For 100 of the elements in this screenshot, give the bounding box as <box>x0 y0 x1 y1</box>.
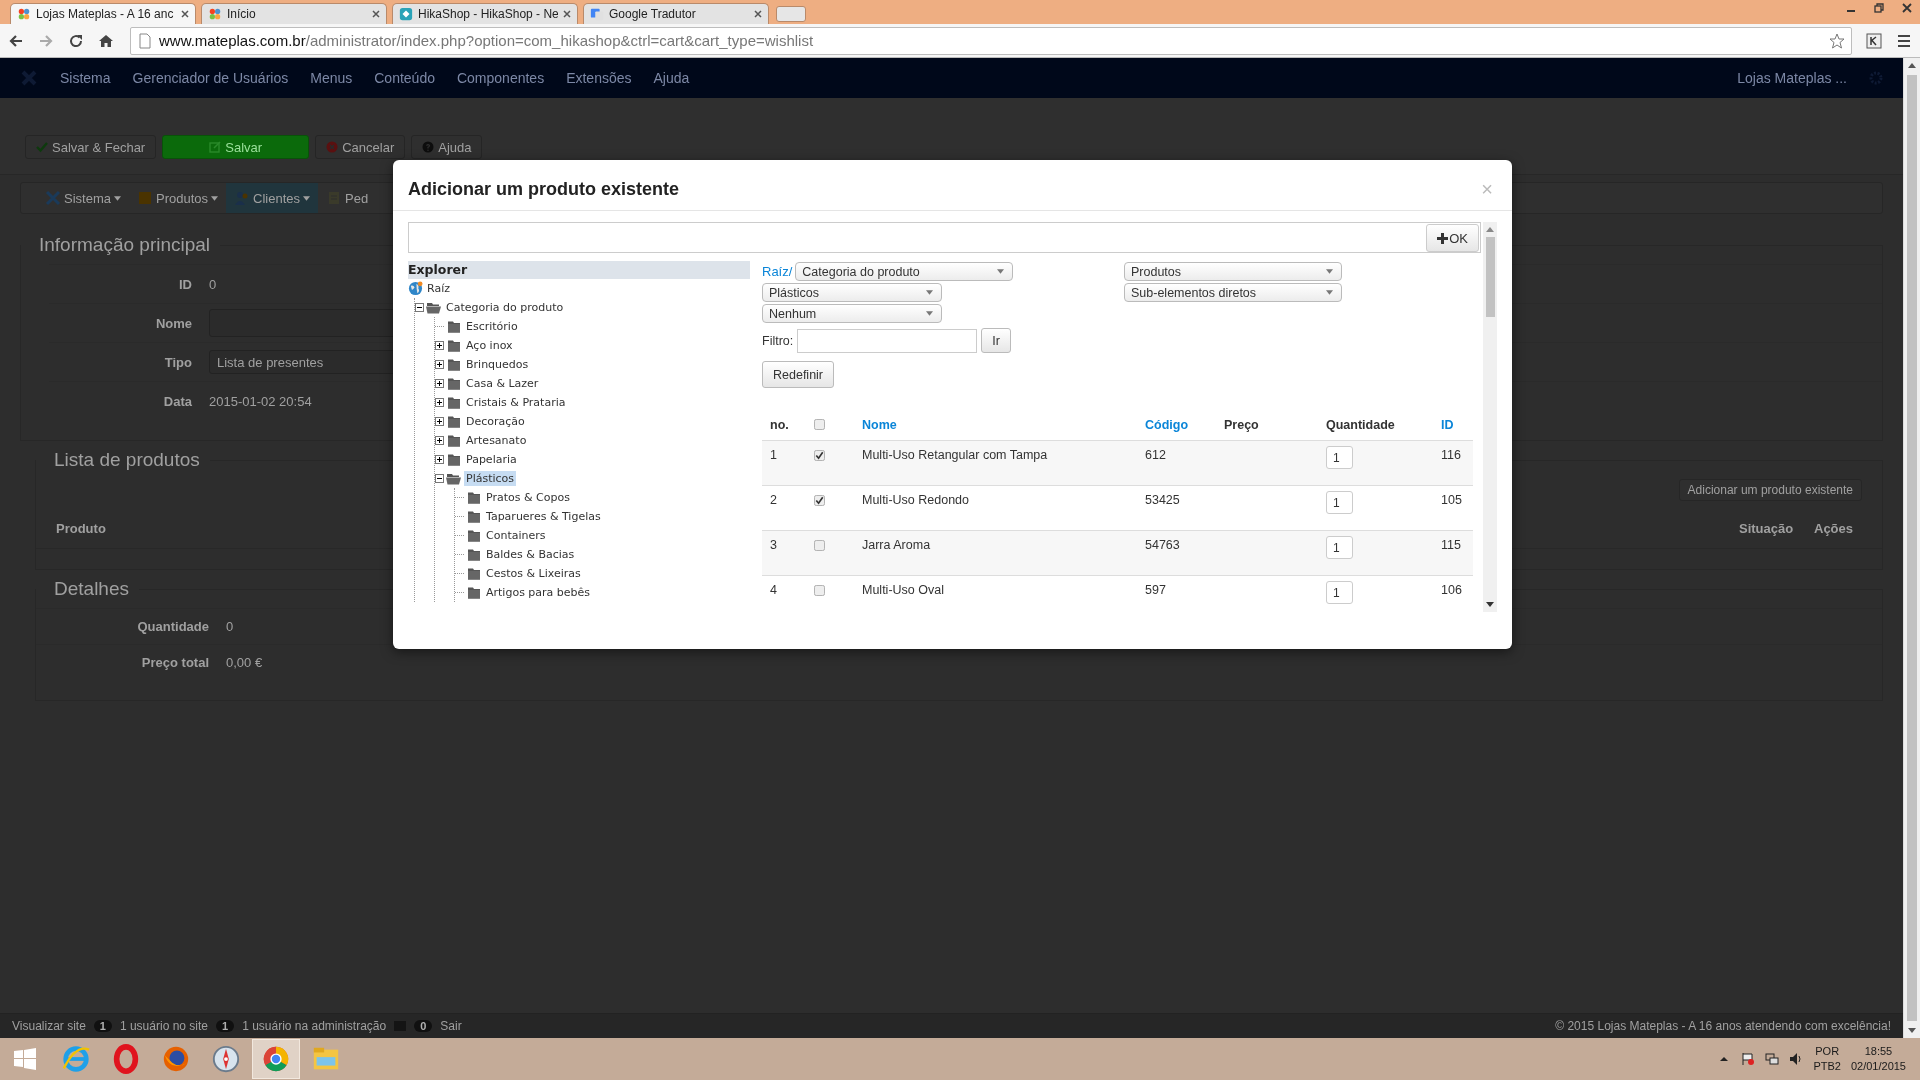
toolbar-button[interactable]: Ajuda <box>411 135 483 159</box>
select-field[interactable]: Sub-elementos diretos <box>1124 283 1342 302</box>
expand-icon[interactable] <box>435 398 444 407</box>
checkbox[interactable] <box>814 495 825 506</box>
scroll-up-icon[interactable] <box>1908 63 1916 68</box>
tree-item[interactable]: Artigos para bebês <box>484 585 593 600</box>
scrollbar[interactable] <box>1483 222 1497 612</box>
column-header[interactable]: ID <box>1441 418 1454 432</box>
submenu-item[interactable]: Sistema <box>37 183 129 213</box>
browser-tab[interactable]: HikaShop - HikaShop - Ne <box>392 3 578 24</box>
browser-tab[interactable]: Lojas Mateplas - A 16 anc <box>10 3 196 24</box>
tree-item[interactable]: Cristais & Prataria <box>464 395 568 410</box>
clock[interactable]: 18:55 02/01/2015 <box>1850 1044 1906 1074</box>
quantity-field[interactable]: 1 <box>1326 491 1353 514</box>
select-field[interactable]: Plásticos <box>762 283 942 302</box>
column-header[interactable]: Código <box>1145 418 1189 432</box>
select-field[interactable]: Categoria do produto <box>795 262 1014 281</box>
breadcrumb-link[interactable]: Raíz/ <box>762 264 793 279</box>
scroll-thumb[interactable] <box>1907 75 1917 1021</box>
filter-input[interactable] <box>797 328 978 353</box>
go-button[interactable]: Ir <box>981 328 1011 353</box>
reload-icon[interactable] <box>68 32 84 49</box>
star-icon[interactable] <box>1829 32 1845 49</box>
tree-item[interactable]: Escritório <box>464 319 520 334</box>
expand-icon[interactable] <box>435 341 444 350</box>
tree-item[interactable]: Categoria do produto <box>444 300 566 315</box>
logout-link[interactable]: Sair <box>440 1019 462 1033</box>
scroll-up-icon[interactable] <box>1486 227 1494 232</box>
toolbar-button[interactable]: Cancelar <box>315 135 406 159</box>
select-field[interactable]: Produtos <box>1124 262 1342 281</box>
menu-item[interactable]: Componentes <box>456 70 545 86</box>
browser-tab[interactable]: Google Tradutor <box>583 3 769 24</box>
close-icon[interactable] <box>1902 3 1912 13</box>
menu-item[interactable]: Menus <box>310 70 353 86</box>
speaker-icon[interactable] <box>1789 1052 1804 1066</box>
tree-item[interactable]: Aço inox <box>464 338 515 353</box>
quantity-field[interactable]: 1 <box>1326 536 1353 559</box>
network-icon[interactable] <box>1765 1052 1780 1066</box>
checkbox[interactable] <box>814 540 825 551</box>
toolbar-button[interactable]: Salvar & Fechar <box>25 135 157 159</box>
browser-tab[interactable]: Início <box>201 3 387 24</box>
address-bar[interactable]: www.mateplas.com.br/administrator/index.php?option=com_hikashop&ctrl=cart&cart_type=wishlist <box>130 26 1852 55</box>
language-indicator[interactable]: POR PTB2 <box>1813 1044 1841 1074</box>
tree-item[interactable]: Casa & Lazer <box>464 376 541 391</box>
scroll-down-icon[interactable] <box>1486 602 1494 607</box>
home-icon[interactable] <box>98 32 114 49</box>
add-product-button[interactable]: Adicionar um produto existente <box>1678 479 1862 501</box>
close-icon[interactable] <box>563 10 571 18</box>
extension-icon[interactable] <box>1866 32 1882 49</box>
toolbar-button[interactable]: Salvar <box>162 135 310 159</box>
close-icon[interactable] <box>372 10 380 18</box>
collapse-icon[interactable] <box>415 303 424 312</box>
view-site-link[interactable]: Visualizar site <box>12 1019 86 1033</box>
folder-icon <box>446 339 462 352</box>
expand-icon[interactable] <box>435 455 444 464</box>
submenu-item[interactable]: Clientes <box>226 183 318 213</box>
expand-icon[interactable] <box>435 436 444 445</box>
menu-icon[interactable] <box>1896 32 1912 49</box>
tree-item[interactable]: Taparueres & Tigelas <box>484 509 603 524</box>
expand-icon[interactable] <box>435 360 444 369</box>
tree-item[interactable]: Baldes & Bacias <box>484 547 577 562</box>
site-link[interactable]: Lojas Mateplas ... <box>1737 70 1847 86</box>
flag-icon[interactable] <box>1741 1052 1756 1066</box>
checkbox[interactable] <box>814 450 825 461</box>
tree-item[interactable]: Plásticos <box>464 471 517 486</box>
tree-item[interactable]: Raíz <box>425 281 452 296</box>
quantity-field[interactable]: 1 <box>1326 446 1353 469</box>
collapse-icon[interactable] <box>435 474 444 483</box>
tree-item[interactable]: Containers <box>484 528 548 543</box>
folder-icon <box>466 510 482 523</box>
menu-item[interactable]: Extensões <box>566 70 632 86</box>
tree-item[interactable]: Pratos & Copos <box>484 490 572 505</box>
back-icon[interactable] <box>8 32 24 49</box>
scroll-down-icon[interactable] <box>1908 1028 1916 1033</box>
caret-icon <box>997 269 1005 274</box>
menu-item[interactable]: Gerenciador de Usuários <box>132 70 289 86</box>
checkbox[interactable] <box>814 419 825 430</box>
reset-button[interactable]: Redefinir <box>762 361 835 388</box>
tree-item[interactable]: Papelaria <box>464 452 519 467</box>
menu-item[interactable]: Ajuda <box>653 70 690 86</box>
expand-icon[interactable] <box>435 417 444 426</box>
close-icon[interactable] <box>754 10 762 18</box>
ok-button[interactable]: OK <box>1426 224 1479 252</box>
quantity-field[interactable]: 1 <box>1326 581 1353 604</box>
tree-item[interactable]: Artesanato <box>464 433 529 448</box>
close-icon[interactable] <box>181 10 189 18</box>
submenu-item[interactable]: Produtos <box>128 183 226 213</box>
select-field[interactable]: Nenhum <box>762 304 942 323</box>
restore-icon[interactable] <box>1874 3 1884 13</box>
tree-item[interactable]: Cestos & Lixeiras <box>484 566 583 581</box>
checkbox[interactable] <box>814 585 825 596</box>
menu-item[interactable]: Sistema <box>60 70 111 86</box>
expand-icon[interactable] <box>435 379 444 388</box>
menu-item[interactable]: Conteúdo <box>374 70 435 86</box>
scroll-thumb[interactable] <box>1485 237 1495 317</box>
scrollbar[interactable] <box>1903 58 1920 1038</box>
taskbar-app[interactable] <box>252 1039 300 1079</box>
tree-item[interactable]: Decoração <box>464 414 527 429</box>
submenu-item[interactable]: Ped <box>318 183 377 213</box>
column-header[interactable]: Nome <box>862 418 897 432</box>
